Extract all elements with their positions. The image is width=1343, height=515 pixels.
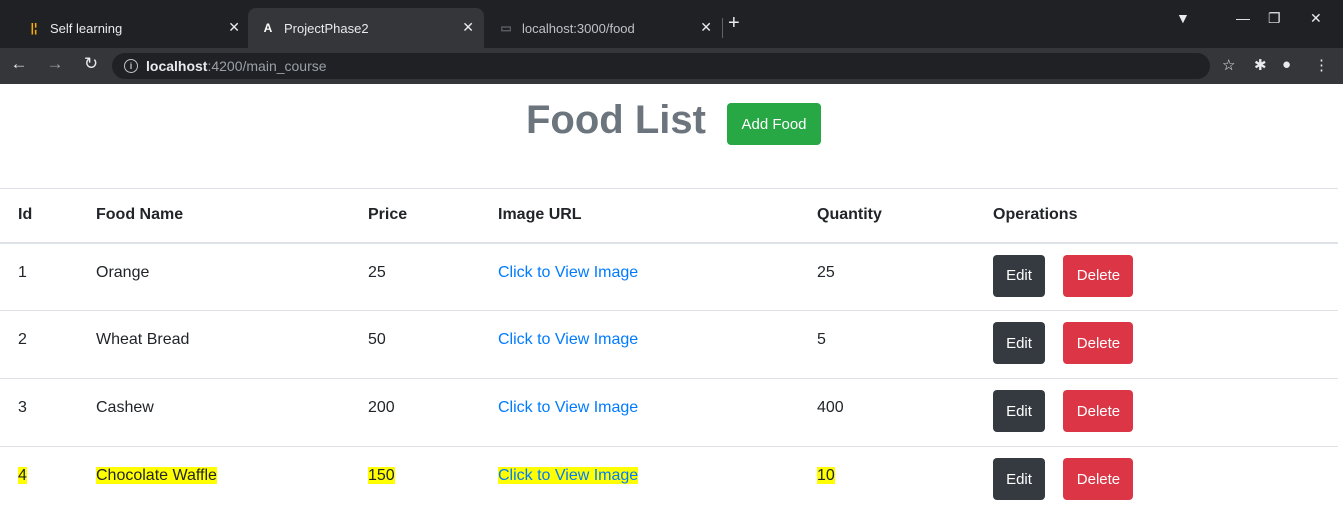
view-image-link[interactable]: Click to View Image <box>498 331 638 348</box>
menu-icon[interactable]: ⋮ <box>1314 56 1329 74</box>
table-row: 1 Orange 25 Click to View Image 25 Edit … <box>0 242 1338 311</box>
cell-food-name: Cashew <box>96 399 154 416</box>
edit-button[interactable]: Edit <box>993 322 1045 364</box>
forward-icon[interactable]: → <box>44 54 66 74</box>
delete-button[interactable]: Delete <box>1063 458 1134 500</box>
view-image-link[interactable]: Click to View Image <box>498 467 639 484</box>
cell-food-name: Chocolate Waffle <box>96 467 217 484</box>
cell-price: 50 <box>368 331 386 348</box>
view-image-link[interactable]: Click to View Image <box>498 399 638 416</box>
table-header-row: Id Food Name Price Image URL Quantity Op… <box>0 188 1338 244</box>
header-operations: Operations <box>993 188 1338 244</box>
minimize-icon[interactable]: — <box>1236 10 1250 26</box>
browser-tab-self-learning[interactable]: |¦ Self learning ✕ <box>14 8 250 48</box>
browser-tab-projectphase2[interactable]: A ProjectPhase2 ✕ <box>248 8 484 48</box>
close-icon[interactable]: ✕ <box>700 19 712 36</box>
cell-quantity: 5 <box>817 331 826 348</box>
edit-button[interactable]: Edit <box>993 254 1045 297</box>
tab-search-icon[interactable]: ▼ <box>1176 10 1190 26</box>
cell-id: 2 <box>18 331 27 348</box>
cell-id: 1 <box>18 263 27 281</box>
page-content: Food List Add Food Id Food Name Price Im… <box>0 84 1343 515</box>
delete-button[interactable]: Delete <box>1063 390 1134 432</box>
header-image-url: Image URL <box>498 188 817 244</box>
header-price: Price <box>368 188 498 244</box>
header-food-name: Food Name <box>96 188 368 244</box>
cell-price: 200 <box>368 399 395 416</box>
cell-food-name: Wheat Bread <box>96 331 190 348</box>
edit-button[interactable]: Edit <box>993 458 1045 500</box>
tab-title: localhost:3000/food <box>522 20 635 36</box>
tab-separator <box>722 18 723 38</box>
back-icon[interactable]: ← <box>8 54 30 74</box>
delete-button[interactable]: Delete <box>1063 322 1134 364</box>
url-path: :4200/main_course <box>207 58 327 74</box>
close-icon[interactable]: ✕ <box>228 19 240 36</box>
cell-quantity: 10 <box>817 467 835 484</box>
page-icon: ▭ <box>500 21 512 35</box>
cell-quantity: 25 <box>817 263 835 281</box>
address-bar[interactable]: i localhost :4200/main_course <box>112 53 1210 79</box>
view-image-link[interactable]: Click to View Image <box>498 264 638 281</box>
tab-title: Self learning <box>50 20 123 36</box>
profile-icon[interactable]: ● <box>1282 56 1291 73</box>
cell-price: 150 <box>368 467 395 484</box>
reload-icon[interactable]: ↻ <box>80 54 102 74</box>
table-row: 3 Cashew 200 Click to View Image 400 Edi… <box>0 378 1338 447</box>
add-food-button[interactable]: Add Food <box>727 103 821 145</box>
page-title: Food List <box>526 98 706 142</box>
extensions-icon[interactable]: ✱ <box>1254 56 1267 74</box>
angular-icon: A <box>263 21 273 35</box>
browser-tab-strip: |¦ Self learning ✕ A ProjectPhase2 ✕ ▭ l… <box>0 0 1343 48</box>
bookmark-star-icon[interactable]: ☆ <box>1222 56 1235 74</box>
cell-id: 3 <box>18 399 27 416</box>
site-info-icon[interactable]: i <box>124 59 138 73</box>
browser-tab-localhost-food[interactable]: ▭ localhost:3000/food ✕ <box>486 8 722 48</box>
bar-chart-icon: |¦ <box>30 21 38 35</box>
url-host: localhost <box>146 58 208 74</box>
new-tab-icon[interactable]: + <box>728 12 740 35</box>
cell-id: 4 <box>18 467 27 484</box>
cell-price: 25 <box>368 263 386 281</box>
edit-button[interactable]: Edit <box>993 390 1045 432</box>
table-row: 2 Wheat Bread 50 Click to View Image 5 E… <box>0 310 1338 379</box>
delete-button[interactable]: Delete <box>1063 254 1134 297</box>
tab-title: ProjectPhase2 <box>284 20 369 36</box>
browser-toolbar: ← → ↻ i localhost :4200/main_course ☆ ✱ … <box>0 48 1343 84</box>
restore-icon[interactable]: ❐ <box>1268 10 1281 27</box>
window-close-icon[interactable]: ✕ <box>1310 10 1322 27</box>
food-table: Id Food Name Price Image URL Quantity Op… <box>0 188 1338 515</box>
table-row: 4 Chocolate Waffle 150 Click to View Ima… <box>0 446 1338 515</box>
header-quantity: Quantity <box>817 188 993 244</box>
cell-quantity: 400 <box>817 399 844 416</box>
close-icon[interactable]: ✕ <box>462 19 474 36</box>
cell-food-name: Orange <box>96 263 150 281</box>
header-id: Id <box>0 188 96 244</box>
